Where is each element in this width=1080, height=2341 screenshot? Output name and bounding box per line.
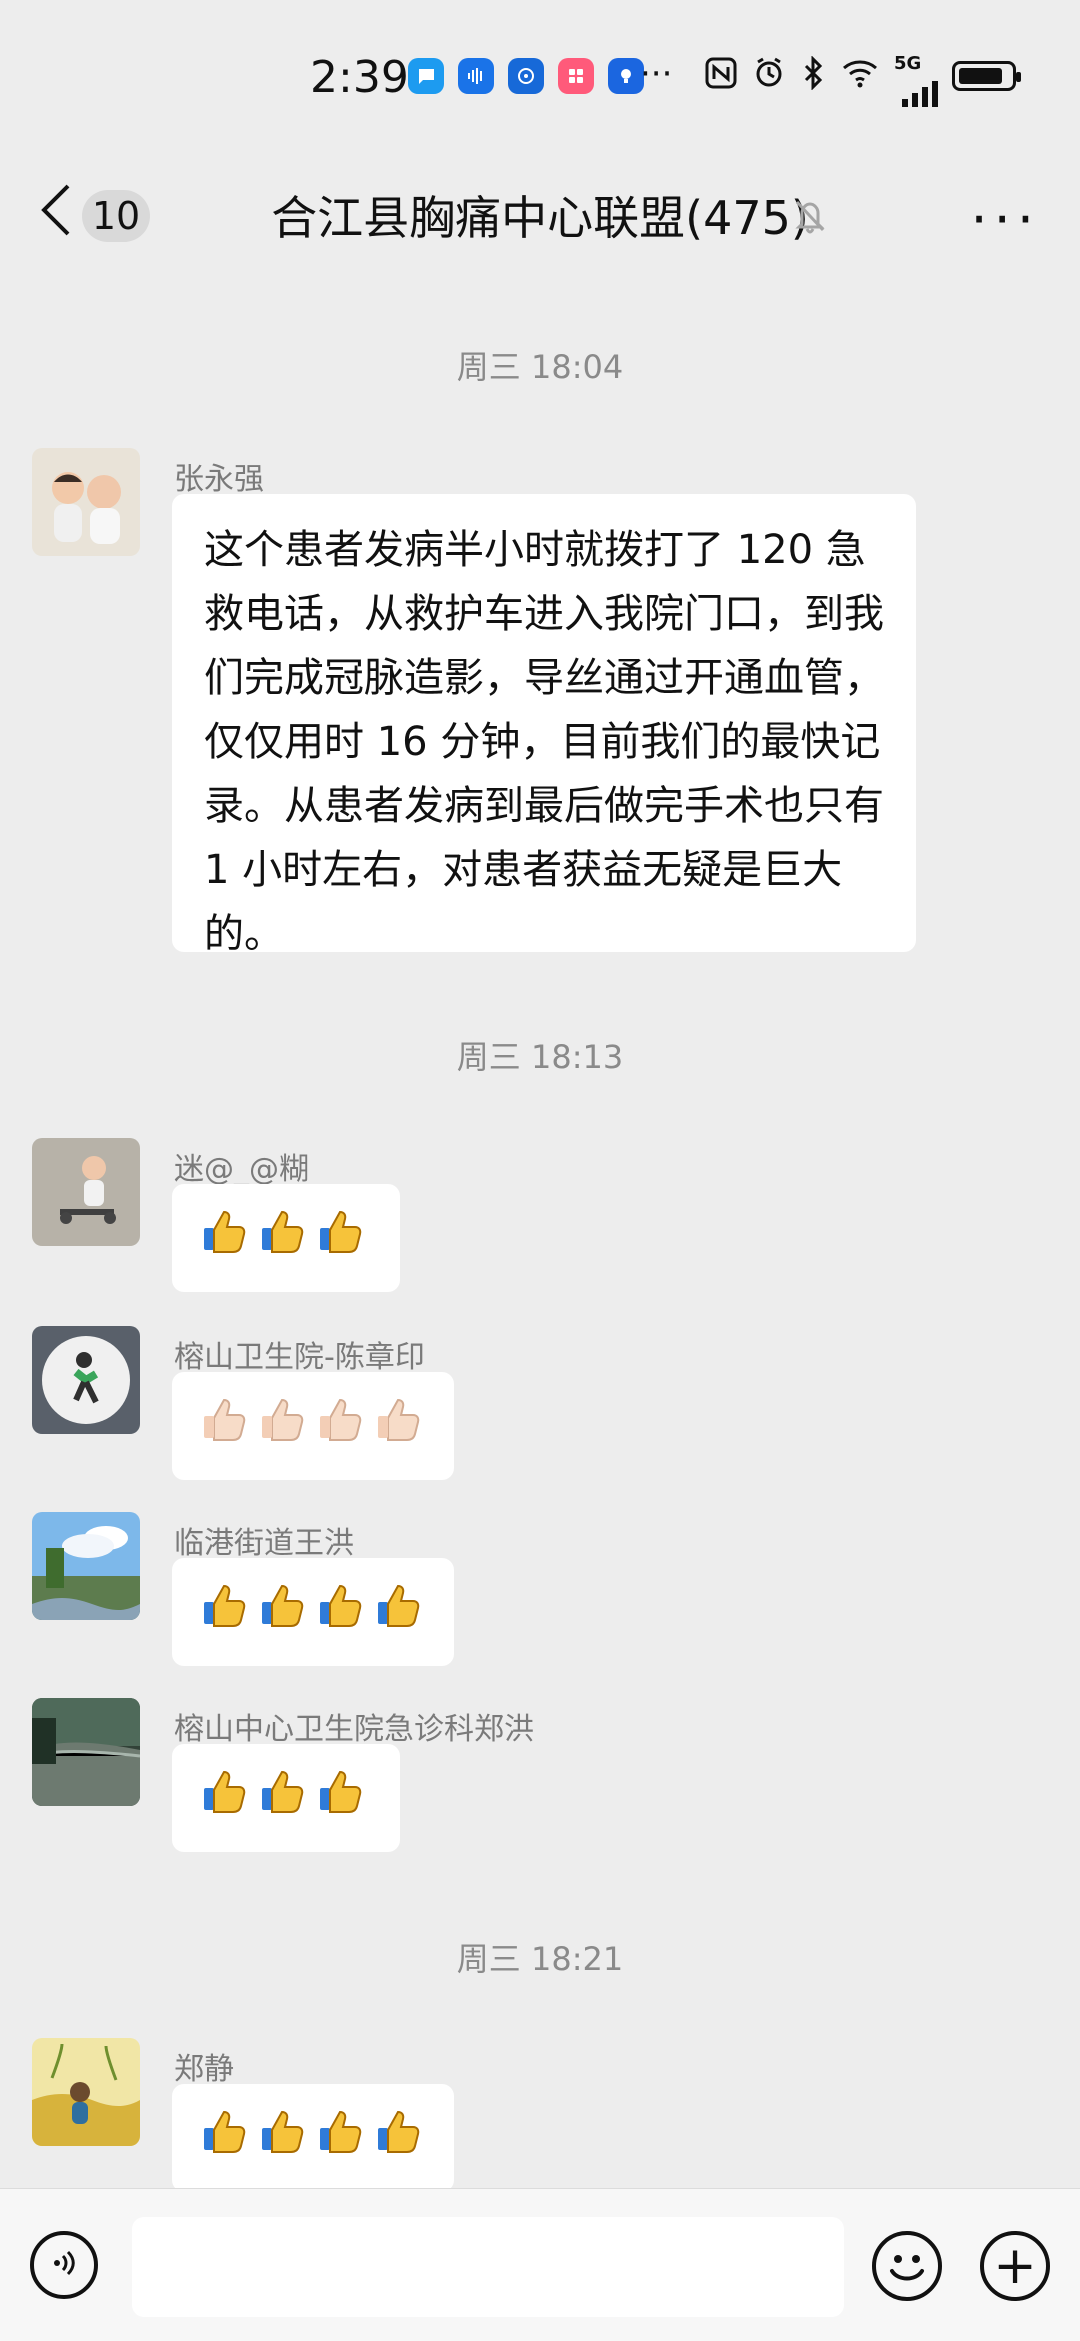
thumbs-up-icon [260,1208,304,1254]
plus-button[interactable]: + [980,2231,1050,2301]
battery-icon [952,61,1021,91]
voice-button[interactable] [30,2231,98,2299]
thumbs-up-icon [260,1768,304,1814]
status-app-icons [408,58,644,94]
thumbs-up-icon [260,1396,304,1442]
timestamp: 周三 18:04 [456,348,624,386]
message-text: 这个患者发病半小时就拨打了 120 急救电话，从救护车进入我院门口，到我们完成冠… [204,527,884,957]
sender-name: 迷@_@糊 [174,1152,309,1187]
thumbs-up-icon [376,1396,420,1442]
thumbs-up-icon [376,2108,420,2154]
status-bar: 2:39 ··· 5G [0,0,1080,160]
bluetooth-icon [800,55,826,96]
status-time: 2:39 [310,52,409,103]
message-bubble[interactable] [172,1744,400,1852]
message-list[interactable]: 周三 18:04 张永强 这个患者发病半小时就拨打了 120 急救电话，从救护车… [0,272,1080,2192]
audio-app-icon [458,58,494,94]
emoji-button[interactable] [872,2231,942,2301]
message-item: 临港街道王洪 [32,1512,1032,1682]
smile-icon [876,2255,938,2301]
thumbs-up-icon [202,2108,246,2154]
more-horizontal-icon: ··· [970,188,1040,251]
thumbs-up-icon [376,1582,420,1628]
thumbs-up-icon [260,1582,304,1628]
message-app-icon [408,58,444,94]
plus-icon: + [993,2236,1037,2296]
browser-app-icon [508,58,544,94]
thumbs-up-icon [202,1396,246,1442]
avatar-runner[interactable] [32,1326,140,1434]
status-more-icon: ··· [640,54,673,94]
battery-level [959,68,1002,84]
message-item: 郑静 [32,2038,1032,2208]
thumbs-up-icon [260,2108,304,2154]
chat-header: 10 合江县胸痛中心联盟(475) ··· [0,160,1080,270]
thumbs-up-icon [318,1396,362,1442]
timestamp: 周三 18:21 [456,1940,624,1978]
more-options-button[interactable]: ··· [971,188,1041,251]
timestamp: 周三 18:13 [456,1038,624,1076]
message-item: 榕山中心卫生院急诊科郑洪 [32,1698,1032,1868]
thumbs-up-icon [318,2108,362,2154]
thumbs-up-icon [318,1768,362,1814]
emoji-row [202,2108,424,2154]
message-bubble[interactable] [172,1558,454,1666]
avatar-sky-tree[interactable] [32,1512,140,1620]
alarm-icon [752,56,786,96]
thumbs-up-icon [318,1208,362,1254]
bell-off-icon [788,194,832,238]
unread-count-badge: 10 [82,189,150,242]
input-bar: + [0,2188,1080,2341]
voice-icon [47,2246,81,2284]
sender-name: 榕山卫生院-陈章印 [174,1340,425,1375]
status-system-icons: 5G [704,53,1021,107]
sender-name: 临港街道王洪 [174,1526,354,1561]
thumbs-up-icon [202,1208,246,1254]
avatar-kids[interactable] [32,448,140,556]
chevron-left-icon [40,182,72,249]
message-input[interactable] [132,2217,844,2317]
emoji-row [202,1208,370,1254]
game-app-icon [558,58,594,94]
cellular-icon: 5G [894,53,938,107]
sender-name: 张永强 [174,462,264,497]
chat-title: 合江县胸痛中心联盟(475) [271,191,809,245]
thumbs-up-icon [318,1582,362,1628]
avatar-child-scooter[interactable] [32,1138,140,1246]
avatar-river[interactable] [32,1698,140,1806]
nfc-icon [704,56,738,96]
emoji-row [202,1582,424,1628]
idea-app-icon [608,58,644,94]
thumbs-up-icon [202,1582,246,1628]
message-item: 迷@_@糊 [32,1138,1032,1308]
message-bubble[interactable]: 这个患者发病半小时就拨打了 120 急救电话，从救护车进入我院门口，到我们完成冠… [172,494,916,957]
wifi-icon [840,56,880,96]
back-button[interactable]: 10 [40,182,150,249]
message-item: 榕山卫生院-陈章印 [32,1326,1032,1496]
message-bubble[interactable] [172,2084,454,2192]
thumbs-up-icon [202,1768,246,1814]
signal-bars [902,69,938,107]
message-bubble[interactable] [172,1184,400,1292]
sender-name: 郑静 [174,2052,234,2087]
emoji-row [202,1396,424,1442]
message-item: 张永强 这个患者发病半小时就拨打了 120 急救电话，从救护车进入我院门口，到我… [32,448,1032,968]
avatar-field[interactable] [32,2038,140,2146]
message-bubble[interactable] [172,1372,454,1480]
emoji-row [202,1768,370,1814]
sender-name: 榕山中心卫生院急诊科郑洪 [174,1712,534,1747]
